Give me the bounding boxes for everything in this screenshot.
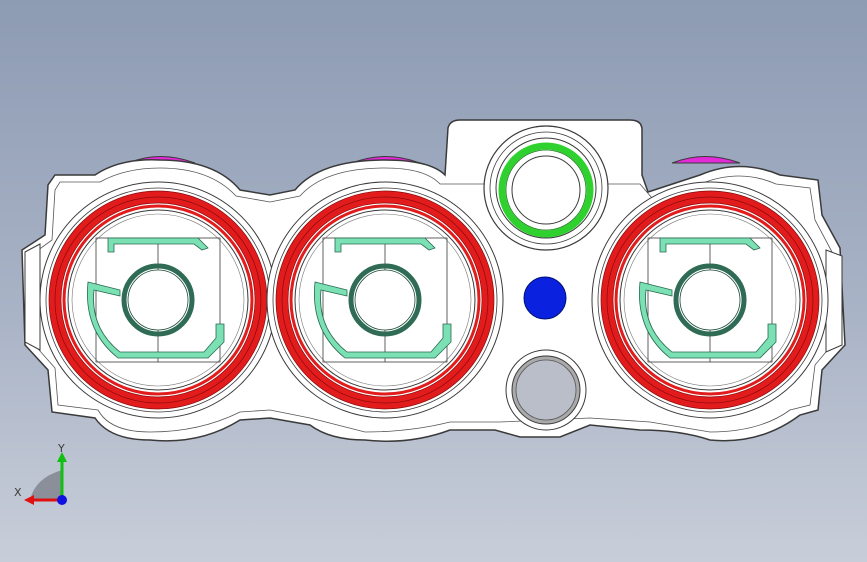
triad-shadow [30,470,62,500]
left-latch [24,243,41,351]
locator-dot [523,276,567,320]
top-tabs [127,156,741,164]
cad-graphics-viewport[interactable]: X Y [0,0,867,562]
triad-z-axis [57,495,67,505]
indicator-port [483,125,609,251]
bottom-hole [505,349,587,431]
triad-y-label: Y [58,442,65,455]
top-tab-right [671,156,741,164]
triad-x-label: X [14,486,22,499]
axis-triad [24,452,67,505]
connector-model[interactable] [0,0,867,562]
terminal-cavities [39,181,829,419]
